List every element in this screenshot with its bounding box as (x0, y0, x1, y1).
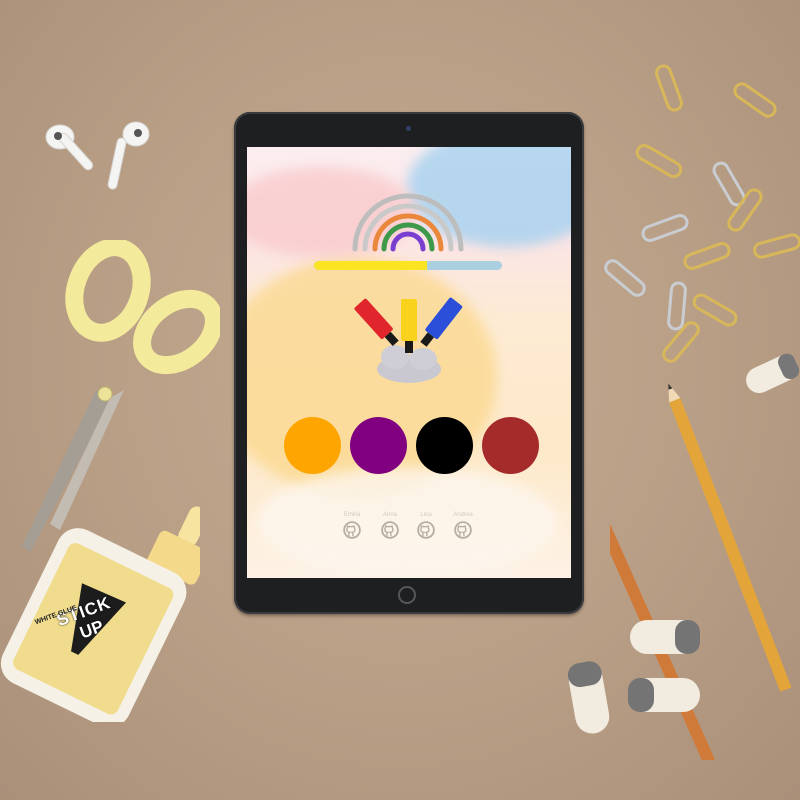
blue-paint-tube-icon (420, 297, 463, 347)
red-paint-tube-icon (354, 298, 399, 347)
github-icon[interactable] (381, 521, 399, 539)
glue-bottle: STICK UP WHITE GLUE (0, 462, 200, 722)
github-icon[interactable] (417, 521, 435, 539)
team-member-name: Andrea (453, 512, 473, 518)
team-member-andrea[interactable]: Andrea (442, 511, 484, 539)
github-icon[interactable] (343, 521, 361, 539)
erasers (567, 353, 800, 734)
paint-tubes-illustration (354, 297, 463, 383)
color-option-orange[interactable] (284, 417, 341, 474)
home-button[interactable] (398, 586, 416, 604)
color-option-black[interactable] (416, 417, 473, 474)
team-member-emilia[interactable]: Emilia (331, 511, 373, 539)
progress-bar (314, 261, 502, 270)
yellow-paint-tube-icon (401, 299, 417, 353)
progress-bar-fill (314, 261, 427, 270)
github-icon[interactable] (454, 521, 472, 539)
app-screen: Emilia Anna Lina Andrea (247, 147, 571, 578)
paper-clips (604, 64, 800, 363)
color-option-purple[interactable] (350, 417, 407, 474)
front-camera (406, 126, 411, 131)
tablet-device: Emilia Anna Lina Andrea (234, 112, 584, 614)
rainbow-icon (352, 193, 464, 252)
color-option-brown-red[interactable] (482, 417, 539, 474)
team-member-lina[interactable]: Lina (405, 511, 447, 539)
airpods (45, 121, 150, 190)
team-member-name: Emilia (343, 512, 361, 518)
team-member-name: Lina (420, 512, 432, 518)
